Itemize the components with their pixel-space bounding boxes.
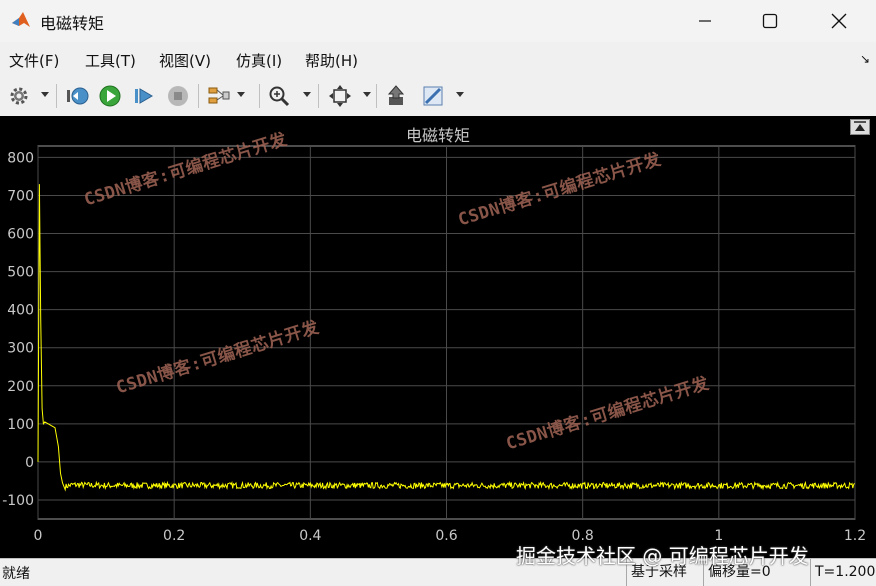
zoom-icon [269, 86, 290, 107]
maximize-button[interactable] [747, 6, 793, 36]
dock-arrow-icon[interactable]: ↘ [860, 52, 870, 66]
run-icon [99, 85, 121, 107]
x-tick-label: 1.2 [844, 528, 866, 544]
settings-dropdown-icon[interactable] [41, 92, 49, 97]
style-button[interactable] [420, 83, 446, 109]
menu-view[interactable]: 视图(V) [159, 50, 211, 71]
matlab-logo-icon [12, 12, 30, 27]
zoom-dropdown-icon[interactable] [303, 92, 311, 97]
y-tick-label: 600 [7, 227, 34, 243]
minimize-icon [699, 20, 711, 22]
settings-button[interactable] [6, 83, 32, 109]
y-tick-label: 300 [7, 341, 34, 357]
close-button[interactable] [816, 6, 862, 36]
y-tick-label: 200 [7, 379, 34, 395]
status-time: T=1.200 [810, 559, 875, 586]
x-tick-label: 0.6 [435, 528, 457, 544]
stop-icon [168, 86, 188, 106]
signal-selector-icon [208, 87, 230, 104]
highlight-block-icon [387, 85, 405, 105]
close-icon [831, 13, 847, 29]
step-back-button[interactable] [64, 83, 90, 109]
menu-bar: 文件(F) 工具(T) 视图(V) 仿真(I) 帮助(H) ↘ [0, 42, 876, 76]
status-ready: 就绪 [2, 566, 30, 582]
highlight-block-button[interactable] [384, 83, 410, 109]
step-forward-button[interactable] [131, 83, 157, 109]
y-tick-label: 0 [25, 455, 34, 471]
maximize-icon [762, 13, 778, 29]
y-tick-label: 400 [7, 303, 34, 319]
window-title: 电磁转矩 [40, 14, 105, 33]
menu-tools[interactable]: 工具(T) [85, 50, 136, 71]
y-tick-label: -100 [2, 493, 34, 509]
title-bar: 电磁转矩 [0, 0, 876, 42]
style-dropdown-icon[interactable] [456, 92, 464, 97]
fit-to-view-icon [329, 85, 351, 107]
menu-simulation[interactable]: 仿真(I) [236, 50, 282, 71]
y-tick-label: 500 [7, 265, 34, 281]
y-tick-label: 700 [7, 188, 34, 204]
x-tick-label: 0.4 [299, 528, 321, 544]
fit-dropdown-icon[interactable] [363, 92, 371, 97]
x-tick-label: 0.2 [163, 528, 185, 544]
menu-help[interactable]: 帮助(H) [305, 50, 358, 71]
toolbar-separator [376, 84, 377, 108]
stop-button[interactable] [165, 83, 191, 109]
y-tick-label: 800 [7, 150, 34, 166]
zoom-button[interactable] [266, 83, 292, 109]
minimize-button[interactable] [682, 6, 728, 36]
overlay-watermark: 掘金技术社区 @ 可编程芯片开发 [516, 544, 809, 568]
gear-icon [10, 87, 28, 105]
x-tick-label: 0 [34, 528, 43, 544]
style-icon [423, 86, 443, 106]
toolbar-separator [259, 84, 260, 108]
toolbar-separator [318, 84, 319, 108]
signal-dropdown-icon[interactable] [237, 92, 245, 97]
run-button[interactable] [97, 83, 123, 109]
step-forward-icon [135, 88, 153, 104]
step-back-icon [67, 87, 89, 105]
signal-selector-button[interactable] [206, 83, 232, 109]
fit-to-view-button[interactable] [327, 83, 353, 109]
y-tick-label: 100 [7, 417, 34, 433]
toolbar-separator [198, 84, 199, 108]
menu-file[interactable]: 文件(F) [9, 50, 59, 71]
toolbar-separator [56, 84, 57, 108]
toolbar [0, 76, 876, 117]
